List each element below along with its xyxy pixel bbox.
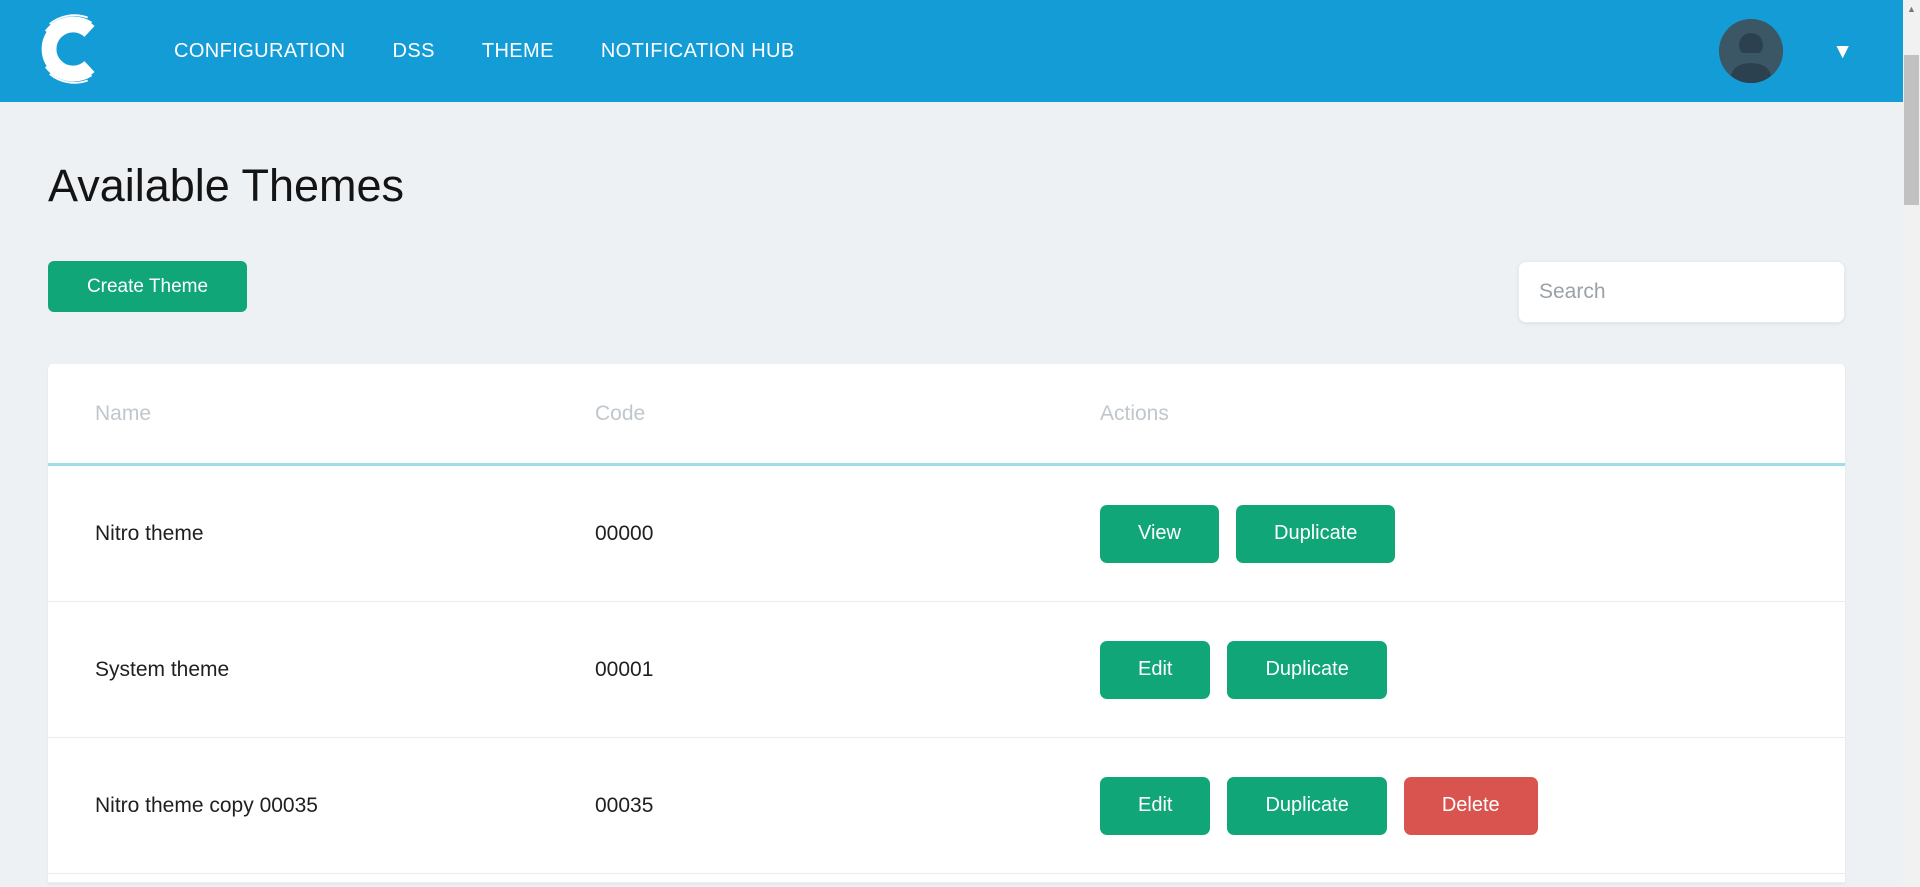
vertical-scrollbar[interactable]: ▲ xyxy=(1903,0,1920,887)
logo-c-icon xyxy=(34,9,108,94)
table-header-row: Name Code Actions xyxy=(48,364,1845,466)
table-row: System theme 00001 Edit Duplicate xyxy=(48,602,1845,738)
navbar-right: ▼ xyxy=(1719,19,1853,83)
chevron-down-icon[interactable]: ▼ xyxy=(1832,41,1853,62)
view-button[interactable]: View xyxy=(1100,504,1219,563)
table-row: Nitro theme 00000 View Duplicate xyxy=(48,466,1845,602)
navbar: CONFIGURATION DSS THEME NOTIFICATION HUB… xyxy=(0,0,1903,102)
nav-item-notification-hub[interactable]: NOTIFICATION HUB xyxy=(601,40,795,63)
column-header-name: Name xyxy=(95,401,152,425)
column-header-actions: Actions xyxy=(1100,401,1169,425)
theme-name: System theme xyxy=(95,657,230,681)
person-icon xyxy=(1719,19,1784,83)
table-row-partial xyxy=(48,874,1845,883)
scrollbar-thumb[interactable] xyxy=(1904,55,1919,205)
themes-table: Name Code Actions Nitro theme 00000 View… xyxy=(48,364,1845,883)
main-content: Available Themes Create Theme Name Code … xyxy=(0,160,1920,883)
edit-button[interactable]: Edit xyxy=(1100,640,1211,699)
create-theme-button[interactable]: Create Theme xyxy=(48,261,247,312)
duplicate-button[interactable]: Duplicate xyxy=(1236,504,1396,563)
row-actions: Edit Duplicate Delete xyxy=(1100,776,1845,835)
nav-item-dss[interactable]: DSS xyxy=(393,40,435,63)
edit-button[interactable]: Edit xyxy=(1100,776,1211,835)
theme-code: 00001 xyxy=(595,657,654,681)
delete-button[interactable]: Delete xyxy=(1403,776,1538,835)
theme-name: Nitro theme copy 00035 xyxy=(95,793,318,817)
nav-item-configuration[interactable]: CONFIGURATION xyxy=(174,40,346,63)
user-avatar[interactable] xyxy=(1719,19,1784,83)
duplicate-button[interactable]: Duplicate xyxy=(1227,640,1387,699)
scroll-up-icon[interactable]: ▲ xyxy=(1903,0,1920,17)
theme-code: 00035 xyxy=(595,793,654,817)
row-actions: View Duplicate xyxy=(1100,504,1845,563)
duplicate-button[interactable]: Duplicate xyxy=(1227,776,1387,835)
table-row: Nitro theme copy 00035 00035 Edit Duplic… xyxy=(48,738,1845,874)
nav-item-theme[interactable]: THEME xyxy=(482,40,554,63)
toolbar: Create Theme xyxy=(48,261,1845,323)
page-title: Available Themes xyxy=(48,160,405,211)
search-input[interactable] xyxy=(1518,261,1845,323)
column-header-code: Code xyxy=(595,401,646,425)
row-actions: Edit Duplicate xyxy=(1100,640,1845,699)
theme-name: Nitro theme xyxy=(95,521,204,545)
brand-logo[interactable] xyxy=(34,11,108,91)
theme-code: 00000 xyxy=(595,521,654,545)
main-nav: CONFIGURATION DSS THEME NOTIFICATION HUB xyxy=(174,40,795,63)
